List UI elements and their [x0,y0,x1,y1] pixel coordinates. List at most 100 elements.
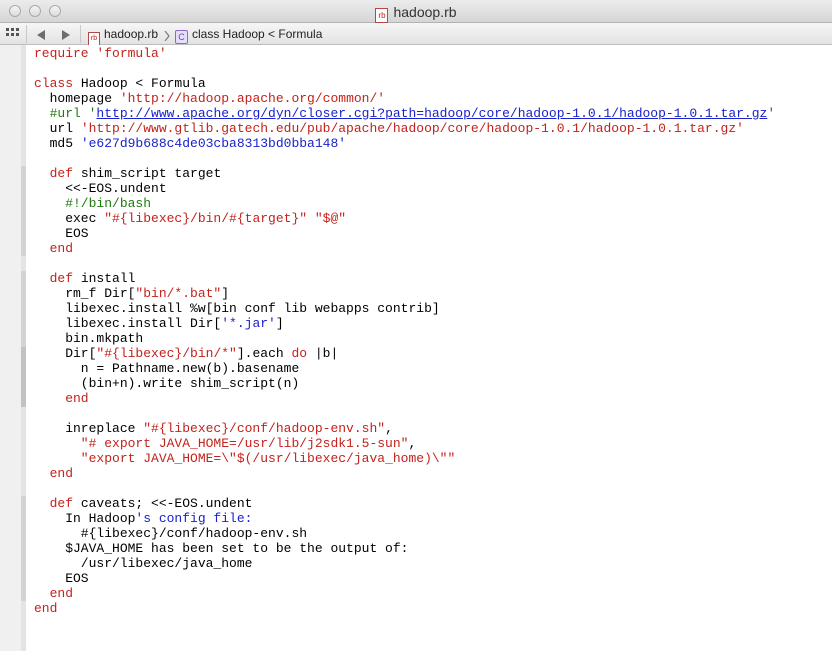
code-link[interactable]: http://www.apache.org/dyn/closer.cgi?pat… [96,106,767,121]
code-token: def [34,496,74,511]
code-line[interactable]: inreplace "#{libexec}/conf/hadoop-env.sh… [34,421,775,436]
code-token: Dir[ [34,346,97,361]
jump-bar-file-label: hadoop.rb [104,27,159,41]
code-line[interactable]: rm_f Dir["bin/*.bat"] [34,286,775,301]
code-token: '*.jar' [221,316,276,331]
code-token: #{libexec}/conf/hadoop-env.sh [34,526,308,541]
code-token: "#{libexec}/conf/hadoop-env.sh" [143,421,386,436]
forward-arrow-icon[interactable] [62,28,70,44]
code-line[interactable]: md5 'e627d9b688c4de03cba8313bd0bba148' [34,136,775,151]
code-line[interactable]: url 'http://www.gtlib.gatech.edu/pub/apa… [34,121,775,136]
code-token: libexec.install %w[bin conf lib webapps … [34,301,440,316]
code-token: 'formula' [96,46,167,61]
code-line[interactable]: def caveats; <<-EOS.undent [34,496,775,511]
code-line[interactable] [34,256,775,271]
code-token: , [385,421,393,436]
code-fold-marker[interactable] [21,496,26,601]
code-token: "export JAVA_HOME=\"$(/usr/libexec/java_… [34,451,456,466]
ruby-file-icon: rb [88,32,100,46]
code-token: do [291,346,308,361]
code-line[interactable]: EOS [34,571,775,586]
code-token: , [408,436,417,451]
code-token: def [34,166,74,181]
code-line[interactable]: end [34,466,775,481]
code-line[interactable]: n = Pathname.new(b).basename [34,361,775,376]
jump-bar-symbol-label: class Hadoop < Formula [192,27,323,41]
code-fold-marker[interactable] [21,166,26,256]
code-line[interactable]: def install [34,271,775,286]
code-token: (bin+n).write shim_script(n) [34,376,300,391]
code-line[interactable]: libexec.install Dir['*.jar'] [34,316,775,331]
code-token: end [34,586,74,601]
code-fold-marker[interactable] [21,347,26,407]
code-line[interactable]: <<-EOS.undent [34,181,775,196]
related-items-icon[interactable] [6,27,20,44]
code-line[interactable]: end [34,241,775,256]
code-token: Hadoop < Formula [73,76,206,91]
window-title: hadoop.rb [393,4,457,20]
back-arrow-icon[interactable] [37,28,45,44]
code-line[interactable]: end [34,391,775,406]
code-editor[interactable]: require 'formula' class Hadoop < Formula … [0,45,832,651]
code-line[interactable]: class Hadoop < Formula [34,76,775,91]
code-token: rm_f Dir[ [34,286,136,301]
code-line[interactable]: require 'formula' [34,46,775,61]
code-token: /usr/libexec/java_home [34,556,253,571]
code-token: <<-EOS.undent [34,181,167,196]
code-token: #!/bin/bash [34,196,152,211]
jump-bar-divider [26,25,27,43]
code-line[interactable]: Dir["#{libexec}/bin/*"].each do |b| [34,346,775,361]
code-token: $JAVA_HOME has been set to be the output… [34,541,409,556]
code-token: require [34,46,97,61]
code-text[interactable]: require 'formula' class Hadoop < Formula … [34,46,775,616]
code-line[interactable] [34,406,775,421]
code-line[interactable]: homepage 'http://hadoop.apache.org/commo… [34,91,775,106]
code-line[interactable]: exec "#{libexec}/bin/#{target}" "$@" [34,211,775,226]
code-token: class [34,76,74,91]
code-line[interactable]: $JAVA_HOME has been set to be the output… [34,541,775,556]
code-token: def [34,271,74,286]
code-token: ] [275,316,284,331]
code-token: exec [34,211,105,226]
code-token: end [34,241,74,256]
code-line[interactable]: "export JAVA_HOME=\"$(/usr/libexec/java_… [34,451,775,466]
code-line[interactable]: In Hadoop's config file: [34,511,775,526]
code-line[interactable] [34,151,775,166]
code-token: |b| [307,346,339,361]
code-line[interactable]: #{libexec}/conf/hadoop-env.sh [34,526,775,541]
code-line[interactable]: bin.mkpath [34,331,775,346]
code-token: 'http://hadoop.apache.org/common/' [119,91,386,106]
jump-bar-file-item[interactable]: rb hadoop.rb [88,26,158,46]
code-line[interactable]: libexec.install %w[bin conf lib webapps … [34,301,775,316]
code-token: "#{libexec}/bin/*" [96,346,237,361]
code-line[interactable]: def shim_script target [34,166,775,181]
code-token: ].each [236,346,292,361]
code-line[interactable]: end [34,601,775,616]
code-token: shim_script target [73,166,222,181]
code-line[interactable]: /usr/libexec/java_home [34,556,775,571]
code-token: end [34,601,58,616]
code-token: install [73,271,136,286]
code-token: md5 [34,136,81,151]
jump-bar-symbol-item[interactable]: Cclass Hadoop < Formula [175,26,322,44]
code-line[interactable]: "# export JAVA_HOME=/usr/lib/j2sdk1.5-su… [34,436,775,451]
code-token: end [34,466,74,481]
code-token: ] [221,286,230,301]
code-token: inreplace [34,421,144,436]
code-line[interactable]: #url 'http://www.apache.org/dyn/closer.c… [34,106,776,121]
code-line[interactable]: end [34,586,775,601]
code-line[interactable]: EOS [34,226,775,241]
jump-bar: rb hadoop.rb Cclass Hadoop < Formula [0,23,832,46]
code-line[interactable] [34,481,775,496]
jump-bar-divider [80,25,81,43]
code-line[interactable]: #!/bin/bash [34,196,775,211]
code-token: ' [767,106,776,121]
code-token: bin.mkpath [34,331,144,346]
code-line[interactable]: (bin+n).write shim_script(n) [34,376,775,391]
code-token: url [34,121,81,136]
code-token: homepage [34,91,120,106]
code-token: 'e627d9b688c4de03cba8313bd0bba148' [80,136,347,151]
breadcrumb-chevron-icon [164,29,170,45]
code-line[interactable] [34,61,775,76]
code-token: n = Pathname.new(b).basename [34,361,300,376]
